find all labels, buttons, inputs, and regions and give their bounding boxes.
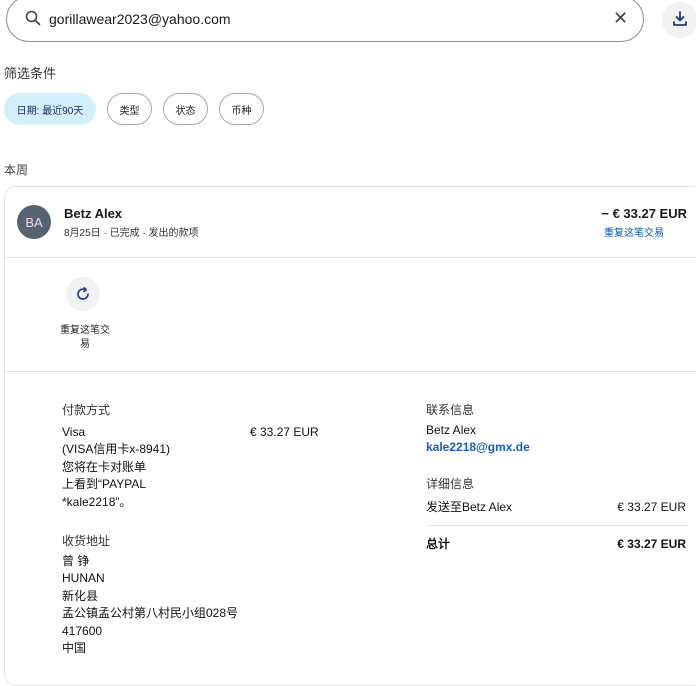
payment-line: (VISA信用卡x-8941) bbox=[62, 442, 171, 457]
filter-chip-date[interactable]: 日期: 最近90天 bbox=[4, 93, 96, 125]
download-button[interactable] bbox=[662, 2, 696, 38]
payment-line: 您将在卡对账单 bbox=[62, 459, 147, 474]
repeat-transaction-label: 重复这笔交易 bbox=[60, 325, 110, 350]
counterparty-name: Betz Alex bbox=[64, 206, 123, 221]
shipping-address-label: 收货地址 bbox=[62, 534, 111, 548]
filter-chip-currency[interactable]: 币种 bbox=[219, 93, 264, 125]
payment-line: Visa bbox=[62, 425, 86, 439]
payment-method-details: Visa (VISA信用卡x-8941) 您将在卡对账单 上看到“PAYPAL … bbox=[62, 424, 242, 511]
total-label: 总计 bbox=[426, 537, 451, 551]
shipping-address: 曾 铮 HUNAN 新化县 孟公镇孟公村第八村民小组028号 417600 中国 bbox=[62, 553, 302, 657]
payment-method-label: 付款方式 bbox=[62, 403, 111, 417]
avatar: BA bbox=[17, 205, 51, 239]
payment-amount: € 33.27 EUR bbox=[250, 425, 319, 439]
download-icon bbox=[673, 11, 687, 26]
contact-name: Betz Alex bbox=[426, 423, 477, 437]
search-box[interactable]: gorillawear2023@yahoo.com ✕ bbox=[6, 0, 644, 42]
filter-chip-status[interactable]: 状态 bbox=[163, 93, 208, 125]
address-line: 孟公镇孟公村第八村民小组028号 bbox=[62, 606, 239, 621]
address-line: 中国 bbox=[62, 641, 87, 656]
payment-line: 上看到“PAYPAL bbox=[62, 477, 147, 492]
address-line: 417600 bbox=[62, 623, 103, 638]
filter-chip-type[interactable]: 类型 bbox=[107, 93, 152, 125]
address-line: HUNAN bbox=[62, 571, 105, 586]
sent-amount: € 33.27 EUR bbox=[617, 500, 686, 514]
payment-line: *kale2218”。 bbox=[62, 494, 132, 509]
clear-search-icon[interactable]: ✕ bbox=[613, 8, 628, 28]
contact-email-link[interactable]: kale2218@gmx.de bbox=[426, 439, 530, 456]
details-label: 详细信息 bbox=[426, 477, 475, 491]
section-title: 本周 bbox=[4, 163, 29, 177]
repeat-transaction-link[interactable]: 重复这笔交易 bbox=[560, 224, 664, 239]
transaction-subtitle: 8月25日 · 已完成 · 发出的款项 bbox=[64, 228, 199, 239]
repeat-transaction-button[interactable] bbox=[66, 277, 100, 311]
transaction-amount: − € 33.27 EUR bbox=[601, 206, 687, 221]
address-line: 曾 铮 bbox=[62, 554, 90, 568]
contact-info-label: 联系信息 bbox=[426, 403, 475, 417]
search-icon bbox=[25, 10, 41, 26]
total-amount: € 33.27 EUR bbox=[617, 537, 686, 551]
sent-to: 发送至Betz Alex bbox=[426, 500, 513, 514]
address-line: 新化县 bbox=[62, 588, 99, 603]
filters-title: 筛选条件 bbox=[4, 66, 57, 81]
refresh-icon bbox=[77, 287, 89, 300]
search-input[interactable]: gorillawear2023@yahoo.com bbox=[49, 11, 231, 27]
